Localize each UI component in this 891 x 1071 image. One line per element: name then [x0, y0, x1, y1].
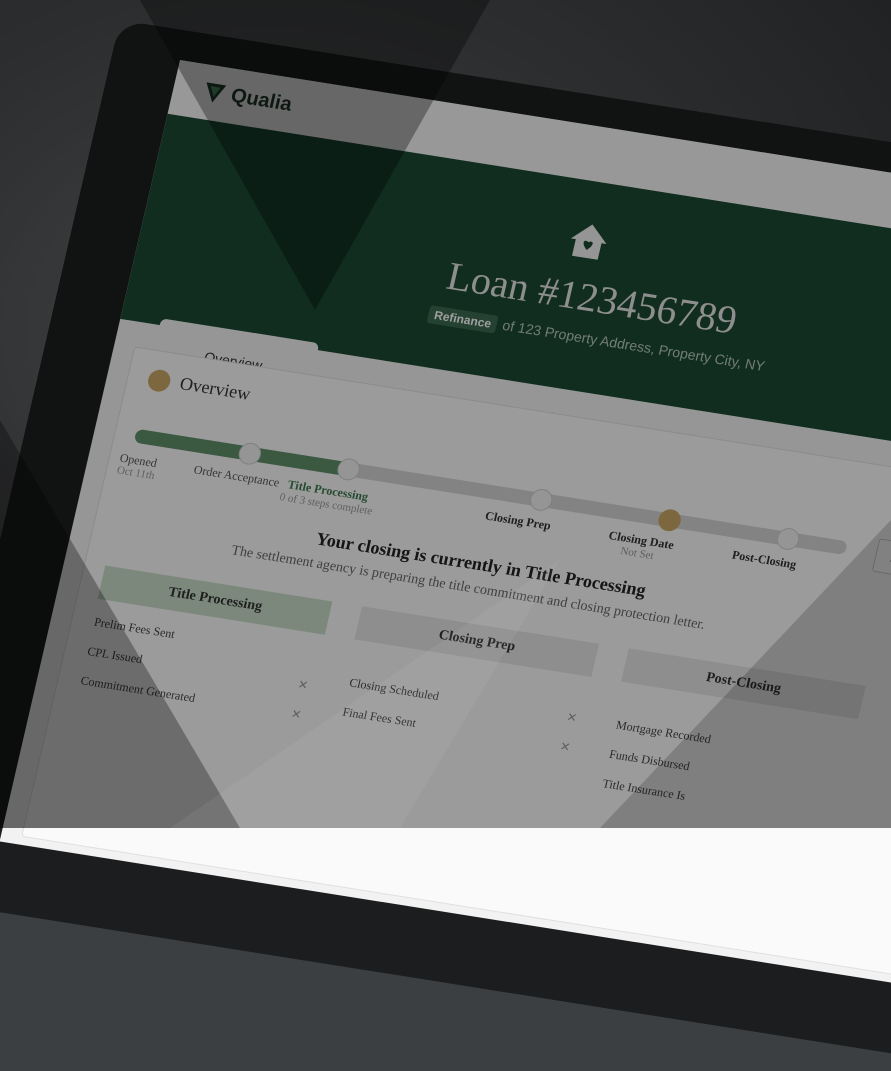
qualia-logo-icon — [206, 82, 227, 103]
incomplete-x-icon: ✕ — [289, 706, 303, 722]
house-icon — [570, 224, 607, 260]
logo[interactable]: Qualia — [201, 78, 295, 117]
loan-type-badge: Refinance — [426, 305, 500, 334]
progress-track — [133, 428, 848, 556]
step-label-closing-prep: Closing Prep — [483, 508, 553, 533]
task-item: Final Fees Sent — [341, 704, 418, 730]
task-item: Commitment Generated — [79, 673, 197, 706]
step-dot-post-closing — [774, 526, 802, 552]
step-dot-closing-date — [656, 507, 683, 533]
task-item: Title Insurance Is — [601, 776, 687, 803]
step-label-post-closing: Post-Closing — [730, 547, 798, 572]
column-post-closing: Post-Closing — [621, 648, 866, 720]
column-closing-prep: Closing Prep — [354, 606, 600, 677]
task-item: Mortgage Recorded — [614, 717, 713, 747]
task-item: Prelim Fees Sent — [92, 614, 177, 642]
overview-icon — [145, 368, 173, 394]
request-update-button[interactable]: Request Update — [871, 538, 891, 591]
overview-heading: Overview — [177, 373, 253, 404]
logo-text: Qualia — [228, 84, 295, 116]
task-item: Funds Disbursed — [607, 746, 692, 774]
incomplete-x-icon: ✕ — [558, 739, 572, 755]
step-dot-closing-prep — [527, 487, 555, 513]
incomplete-x-icon: ✕ — [296, 677, 310, 693]
step-label-order-acceptance: Order Acceptance — [192, 462, 281, 490]
incomplete-x-icon: ✕ — [565, 709, 579, 726]
task-item: CPL Issued — [86, 643, 144, 667]
task-item: Closing Scheduled — [348, 675, 441, 704]
